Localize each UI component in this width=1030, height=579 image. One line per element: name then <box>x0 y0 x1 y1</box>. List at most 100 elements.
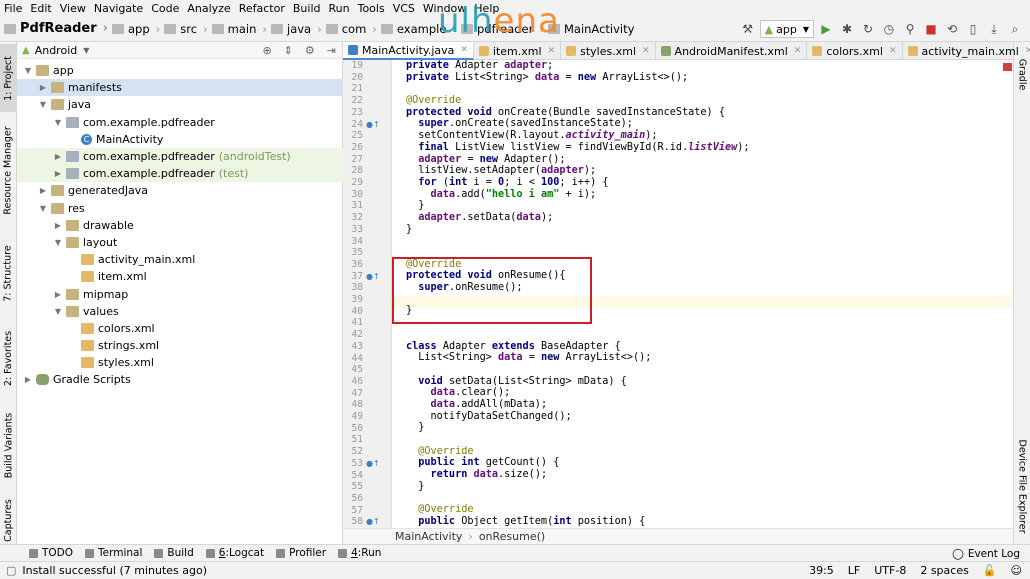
close-icon[interactable]: ✕ <box>794 46 802 56</box>
editor-tab[interactable]: AndroidManifest.xml ✕ <box>656 42 808 60</box>
apply-changes-icon[interactable]: ↻ <box>859 20 877 38</box>
tab-project[interactable]: 1: Project <box>0 44 17 112</box>
inspector-icon[interactable]: ☺ <box>1011 564 1022 577</box>
status-icon[interactable]: ▢ <box>6 564 16 577</box>
tab-device-file-explorer[interactable]: Device File Explorer <box>1013 432 1030 540</box>
tree-item[interactable]: activity_main.xml <box>17 251 343 268</box>
attach-debugger-icon[interactable]: ⚲ <box>901 20 919 38</box>
breadcrumb-method[interactable]: onResume() <box>479 530 545 543</box>
nav-crumb[interactable]: main › <box>211 22 267 36</box>
override-icon[interactable]: ●↑ <box>366 120 380 130</box>
tab-favorites[interactable]: 2: Favorites <box>0 322 17 394</box>
tree-item[interactable]: ▶ generatedJava <box>17 182 343 199</box>
chevron-right-icon[interactable]: ▶ <box>53 169 63 178</box>
tree-item[interactable]: ▶ drawable <box>17 217 343 234</box>
menu-item-edit[interactable]: Edit <box>30 2 51 15</box>
override-icon[interactable]: ●↑ <box>366 272 380 282</box>
override-icon[interactable]: ●↑ <box>366 517 380 527</box>
caret-position[interactable]: 39:5 <box>809 564 834 577</box>
chevron-down-icon[interactable]: ▼ <box>53 118 63 127</box>
tab-build-variants[interactable]: Build Variants <box>0 410 17 480</box>
menu-item-code[interactable]: Code <box>151 2 179 15</box>
editor-tab[interactable]: styles.xml ✕ <box>561 42 656 60</box>
collapse-icon[interactable]: ⇕ <box>284 44 293 57</box>
tool-window-logcat[interactable]: 6: Logcat <box>205 547 264 559</box>
chevron-down-icon[interactable]: ▼ <box>23 66 33 75</box>
file-encoding[interactable]: UTF-8 <box>874 564 906 577</box>
hide-icon[interactable]: ⇥ <box>327 44 336 57</box>
profile-icon[interactable]: ◷ <box>880 20 898 38</box>
stop-icon[interactable]: ■ <box>922 20 940 38</box>
avd-manager-icon[interactable]: ▯ <box>964 20 982 38</box>
chevron-down-icon[interactable]: ▼ <box>38 204 48 213</box>
menu-item-run[interactable]: Run <box>329 2 350 15</box>
locate-icon[interactable]: ⊕ <box>262 44 271 57</box>
close-icon[interactable]: ✕ <box>1025 46 1030 56</box>
chevron-down-icon[interactable]: ▼ <box>38 100 48 109</box>
lock-icon[interactable]: 🔓 <box>983 564 997 577</box>
tree-item[interactable]: strings.xml <box>17 337 343 354</box>
tree-item[interactable]: colors.xml <box>17 320 343 337</box>
tree-item[interactable]: ▶ mipmap <box>17 285 343 302</box>
chevron-down-icon[interactable]: ▼ <box>53 307 63 316</box>
editor-tab[interactable]: activity_main.xml ✕ <box>903 42 1030 60</box>
line-separator[interactable]: LF <box>848 564 860 577</box>
tree-item[interactable]: ▼ java <box>17 96 343 113</box>
tree-item[interactable]: ▼ layout <box>17 234 343 251</box>
close-icon[interactable]: ✕ <box>889 46 897 56</box>
gear-icon[interactable]: ⚙ <box>305 44 315 57</box>
chevron-right-icon[interactable]: ▶ <box>53 221 63 230</box>
tree-item[interactable]: ▼ app <box>17 62 343 79</box>
nav-crumb[interactable]: PdfReader › <box>4 21 108 36</box>
tree-item[interactable]: ▶ manifests <box>17 79 343 97</box>
run-icon[interactable]: ▶ <box>817 20 835 38</box>
chevron-right-icon[interactable]: ▶ <box>53 290 63 299</box>
tab-structure[interactable]: 7: Structure <box>0 238 17 308</box>
tree-item[interactable]: ▶ Gradle Scripts <box>17 371 343 388</box>
chevron-right-icon[interactable]: ▶ <box>38 83 48 92</box>
indent-setting[interactable]: 2 spaces <box>920 564 969 577</box>
menu-item-build[interactable]: Build <box>293 2 321 15</box>
tab-captures[interactable]: Captures <box>0 498 17 542</box>
tree-item[interactable]: C MainActivity <box>17 131 343 148</box>
search-icon[interactable]: ⌕ <box>1006 20 1024 38</box>
close-icon[interactable]: ✕ <box>642 46 650 56</box>
hammer-icon[interactable]: ⚒ <box>739 20 757 38</box>
debug-icon[interactable]: ✱ <box>838 20 856 38</box>
sync-icon[interactable]: ⟲ <box>943 20 961 38</box>
run-config-selector[interactable]: ▲ app ▼ <box>759 20 814 38</box>
chevron-down-icon[interactable]: ▼ <box>83 46 89 55</box>
nav-crumb[interactable]: MainActivity <box>547 22 634 36</box>
status-message[interactable]: Install successful (7 minutes ago) <box>22 564 207 577</box>
breadcrumb-class[interactable]: MainActivity <box>395 530 462 543</box>
close-icon[interactable]: ✕ <box>548 46 556 56</box>
sdk-manager-icon[interactable]: ⤓ <box>985 20 1003 38</box>
project-view-selector[interactable]: Android <box>35 44 78 57</box>
event-log-button[interactable]: ◯ Event Log <box>952 545 1020 562</box>
nav-crumb[interactable]: java › <box>271 22 322 36</box>
tool-window-profiler[interactable]: Profiler <box>276 547 326 559</box>
tree-item[interactable]: styles.xml <box>17 354 343 371</box>
chevron-right-icon[interactable]: ▶ <box>53 152 63 161</box>
tree-item[interactable]: ▼ res <box>17 200 343 217</box>
menu-item-view[interactable]: View <box>60 2 86 15</box>
menu-item-refactor[interactable]: Refactor <box>239 2 285 15</box>
override-icon[interactable]: ●↑ <box>366 459 380 469</box>
tool-window-build[interactable]: Build <box>154 547 194 559</box>
nav-crumb[interactable]: com › <box>325 22 377 36</box>
tool-window-run[interactable]: 4: Run <box>338 547 381 559</box>
editor-tab[interactable]: item.xml ✕ <box>474 42 562 60</box>
menu-item-vcs[interactable]: VCS <box>393 2 415 15</box>
menu-item-navigate[interactable]: Navigate <box>94 2 143 15</box>
tool-window-terminal[interactable]: Terminal <box>85 547 142 559</box>
editor-tab[interactable]: MainActivity.java ✕ <box>343 42 474 60</box>
nav-crumb[interactable]: app › <box>111 22 160 36</box>
tool-window-todo[interactable]: TODO <box>29 547 73 559</box>
tree-item[interactable]: item.xml <box>17 268 343 285</box>
close-icon[interactable]: ✕ <box>460 45 468 55</box>
tab-resource-manager[interactable]: Resource Manager <box>0 122 17 218</box>
chevron-right-icon[interactable]: ▶ <box>38 186 48 195</box>
chevron-right-icon[interactable]: ▶ <box>23 375 33 384</box>
tree-item[interactable]: ▼ values <box>17 303 343 320</box>
menu-item-tools[interactable]: Tools <box>358 2 385 15</box>
